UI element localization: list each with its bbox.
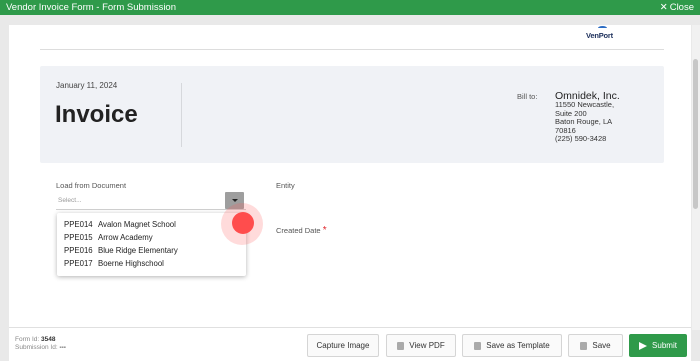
window-title: Vendor Invoice Form - Form Submission <box>6 2 177 13</box>
option-code: PPE015 <box>64 233 93 242</box>
option-code: PPE014 <box>64 220 93 229</box>
copy-icon <box>474 341 482 350</box>
option-name: Avalon Magnet School <box>98 220 176 229</box>
option-code: PPE017 <box>64 259 93 268</box>
dropdown-option[interactable]: PPE014 Avalon Magnet School <box>57 218 246 231</box>
submission-id-value: --- <box>59 344 66 351</box>
option-code: PPE016 <box>64 246 93 255</box>
capture-image-button[interactable]: Capture Image <box>307 334 379 357</box>
logo-text: VenPort <box>586 31 613 40</box>
option-name: Blue Ridge Elementary <box>98 246 178 255</box>
vertical-scrollbar[interactable] <box>692 25 700 330</box>
load-document-select[interactable]: Select... <box>56 192 246 210</box>
form-footer: Form Id: 3548 Submission Id: --- Capture… <box>9 327 691 361</box>
dropdown-option[interactable]: PPE015 Arrow Academy <box>57 231 246 244</box>
submit-button[interactable]: Submit <box>629 334 687 357</box>
close-label: Close <box>669 2 694 13</box>
dropdown-option[interactable]: PPE016 Blue Ridge Elementary <box>57 244 246 257</box>
send-icon <box>639 341 648 350</box>
capture-image-label: Capture Image <box>316 341 370 350</box>
option-name: Arrow Academy <box>98 233 153 242</box>
logo-arc-icon <box>598 26 607 30</box>
header-divider <box>40 49 664 50</box>
view-pdf-button[interactable]: View PDF <box>386 334 456 357</box>
scrollbar-thumb[interactable] <box>693 59 698 209</box>
save-button[interactable]: Save <box>568 334 623 357</box>
form-id-value: 3548 <box>41 336 56 343</box>
close-icon: ✕ <box>659 2 668 13</box>
invoice-date: January 11, 2024 <box>56 81 118 90</box>
submission-id-label: Submission Id: <box>15 344 58 351</box>
required-marker: * <box>322 225 327 236</box>
option-name: Boerne Highschool <box>98 259 164 268</box>
dropdown-option[interactable]: PPE017 Boerne Highschool <box>57 257 246 270</box>
invoice-header-card: January 11, 2024 Invoice Bill to: Omnide… <box>40 66 664 163</box>
address-phone: (225) 590-3428 <box>555 134 607 143</box>
entity-label: Entity <box>276 181 295 190</box>
venport-logo: VenPort <box>586 26 620 40</box>
form-meta: Form Id: 3548 Submission Id: --- <box>15 336 66 352</box>
click-indicator <box>232 212 254 234</box>
bill-to-address: 11550 Newcastle, Suite 200 Baton Rouge, … <box>555 100 614 144</box>
submit-label: Submit <box>652 341 677 350</box>
load-from-document-label: Load from Document <box>56 181 127 190</box>
save-label: Save <box>592 341 611 350</box>
document-icon <box>397 341 405 350</box>
created-date-label: Created Date * <box>276 225 327 236</box>
invoice-divider <box>181 83 182 147</box>
close-button[interactable]: ✕ Close <box>660 2 694 13</box>
view-pdf-label: View PDF <box>409 341 445 350</box>
window-titlebar: Vendor Invoice Form - Form Submission ✕ … <box>0 0 700 15</box>
invoice-title: Invoice <box>55 101 138 128</box>
select-placeholder: Select... <box>58 197 82 204</box>
form-id-label: Form Id: <box>15 336 40 343</box>
document-dropdown-menu: PPE014 Avalon Magnet School PPE015 Arrow… <box>57 213 246 276</box>
save-icon <box>580 341 588 350</box>
save-as-template-button[interactable]: Save as Template <box>462 334 562 357</box>
bill-to-label: Bill to: <box>517 92 538 101</box>
save-as-template-label: Save as Template <box>486 341 550 350</box>
